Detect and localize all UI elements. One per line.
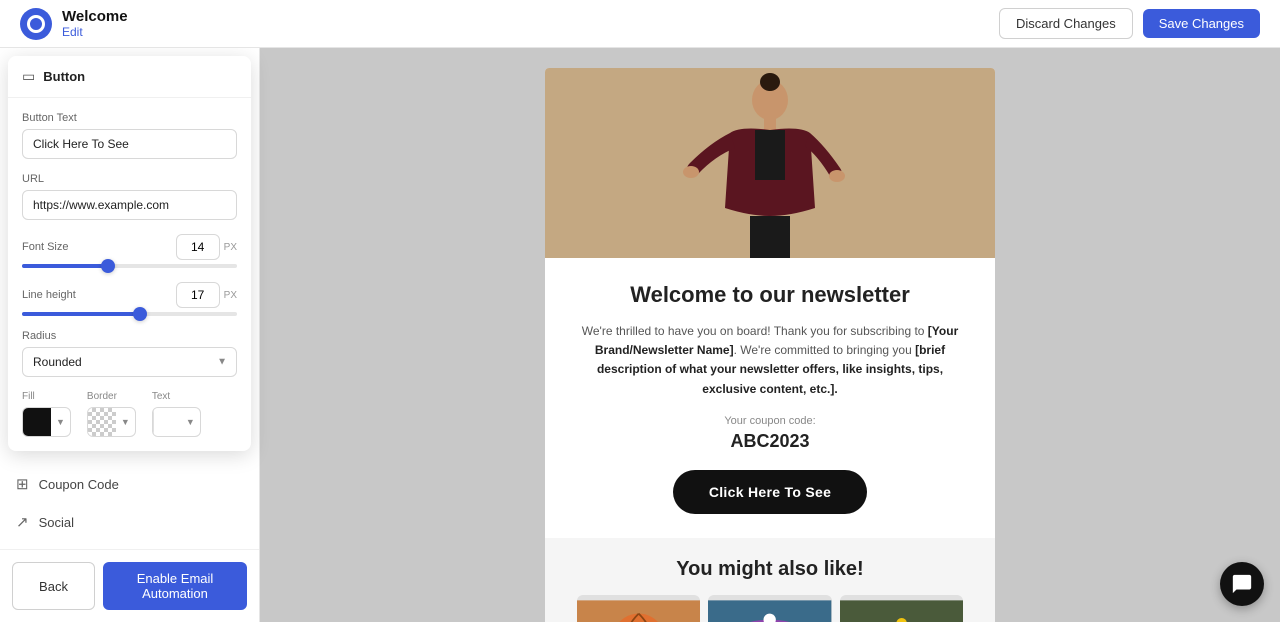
hero-image — [545, 68, 995, 258]
url-field: URL — [22, 173, 237, 220]
fill-swatch[interactable]: ▼ — [22, 407, 71, 437]
fill-color-preview — [23, 408, 51, 436]
coupon-code-value: ABC2023 — [577, 431, 963, 452]
email-body-text: We're thrilled to have you on board! Tha… — [577, 322, 963, 399]
hero-figure-svg — [660, 68, 880, 258]
sidebar-item-footer[interactable]: ▭ Footer — [0, 541, 259, 549]
line-height-label: Line height — [22, 289, 168, 301]
text-chevron-icon: ▼ — [181, 417, 200, 427]
edit-link[interactable]: Edit — [62, 25, 128, 39]
social-icon: ↗ — [16, 513, 29, 531]
url-label: URL — [22, 173, 237, 185]
product-card-1 — [577, 595, 700, 622]
logo-inner — [27, 15, 45, 33]
font-size-input[interactable] — [176, 234, 220, 260]
sidebar-nav: ⊞ Coupon Code ↗ Social ▭ Footer — [0, 459, 259, 549]
line-height-unit: PX — [224, 290, 237, 301]
left-panel: ▭ Button Button Text URL Font Size — [0, 48, 260, 622]
product-card-2 — [708, 595, 831, 622]
button-container: Click Here To See — [577, 470, 963, 514]
text-color-group: Text ▼ — [152, 391, 201, 437]
coupon-code-label: Your coupon code: — [577, 415, 963, 427]
sidebar-bottom: Back Enable Email Automation — [0, 549, 259, 622]
line-height-number-wrap: PX — [176, 282, 237, 308]
font-size-label: Font Size — [22, 241, 168, 253]
button-text-field: Button Text — [22, 112, 237, 159]
main-layout: ▭ Button Button Text URL Font Size — [0, 48, 1280, 622]
section-title: You might also like! — [577, 558, 963, 581]
editor-panel-header: ▭ Button — [8, 56, 251, 98]
topbar-left: Welcome Edit — [20, 8, 128, 40]
product-card-3 — [840, 595, 963, 622]
sidebar-item-coupon-code[interactable]: ⊞ Coupon Code — [0, 465, 259, 503]
radius-select[interactable]: RoundedSquarePill — [22, 347, 237, 377]
border-color-preview — [88, 408, 116, 436]
chat-icon — [1231, 573, 1253, 595]
back-button[interactable]: Back — [12, 562, 95, 610]
chat-bubble-button[interactable] — [1220, 562, 1264, 606]
button-icon: ▭ — [22, 68, 35, 85]
text-color-preview — [153, 408, 181, 436]
you-might-also-like-section: You might also like! — [545, 538, 995, 622]
email-heading: Welcome to our newsletter — [577, 282, 963, 308]
border-swatch[interactable]: ▼ — [87, 407, 136, 437]
font-size-slider-fill — [22, 264, 108, 268]
editor-body: Button Text URL Font Size PX — [8, 98, 251, 451]
line-height-slider-track[interactable] — [22, 312, 237, 316]
coupon-label: Coupon Code — [39, 477, 119, 492]
font-size-row: Font Size PX — [22, 234, 237, 260]
fill-label: Fill — [22, 391, 71, 402]
button-text-label: Button Text — [22, 112, 237, 124]
email-body: Welcome to our newsletter We're thrilled… — [545, 258, 995, 538]
line-height-slider-thumb[interactable] — [133, 307, 147, 321]
font-size-number-wrap: PX — [176, 234, 237, 260]
radius-label: Radius — [22, 330, 237, 342]
radius-select-wrap: RoundedSquarePill ▼ — [22, 347, 237, 377]
title-group: Welcome Edit — [62, 8, 128, 39]
fill-chevron-icon: ▼ — [51, 417, 70, 427]
text-color-label: Text — [152, 391, 201, 402]
content-area: Welcome to our newsletter We're thrilled… — [260, 48, 1280, 622]
products-row — [577, 595, 963, 622]
url-input[interactable] — [22, 190, 237, 220]
enable-automation-button[interactable]: Enable Email Automation — [103, 562, 247, 610]
border-label: Border — [87, 391, 136, 402]
line-height-row: Line height PX — [22, 282, 237, 308]
button-editor-panel: ▭ Button Button Text URL Font Size — [8, 56, 251, 451]
fill-color-group: Fill ▼ — [22, 391, 71, 437]
font-size-unit: PX — [224, 242, 237, 253]
save-button[interactable]: Save Changes — [1143, 9, 1260, 38]
font-size-slider-thumb[interactable] — [101, 259, 115, 273]
logo — [20, 8, 52, 40]
topbar-actions: Discard Changes Save Changes — [999, 8, 1260, 39]
app-title: Welcome — [62, 8, 128, 25]
line-height-input[interactable] — [176, 282, 220, 308]
coupon-icon: ⊞ — [16, 475, 29, 493]
line-height-slider-fill — [22, 312, 140, 316]
email-preview: Welcome to our newsletter We're thrilled… — [545, 68, 995, 622]
color-row: Fill ▼ Border ▼ Text — [22, 391, 237, 437]
sidebar-item-social[interactable]: ↗ Social — [0, 503, 259, 541]
social-label: Social — [39, 515, 74, 530]
border-chevron-icon: ▼ — [116, 417, 135, 427]
font-size-slider-track[interactable] — [22, 264, 237, 268]
topbar: Welcome Edit Discard Changes Save Change… — [0, 0, 1280, 48]
text-swatch[interactable]: ▼ — [152, 407, 201, 437]
editor-panel-title: Button — [43, 69, 85, 84]
email-cta-button[interactable]: Click Here To See — [673, 470, 867, 514]
border-color-group: Border ▼ — [87, 391, 136, 437]
radius-field: Radius RoundedSquarePill ▼ — [22, 330, 237, 377]
discard-button[interactable]: Discard Changes — [999, 8, 1133, 39]
button-text-input[interactable] — [22, 129, 237, 159]
